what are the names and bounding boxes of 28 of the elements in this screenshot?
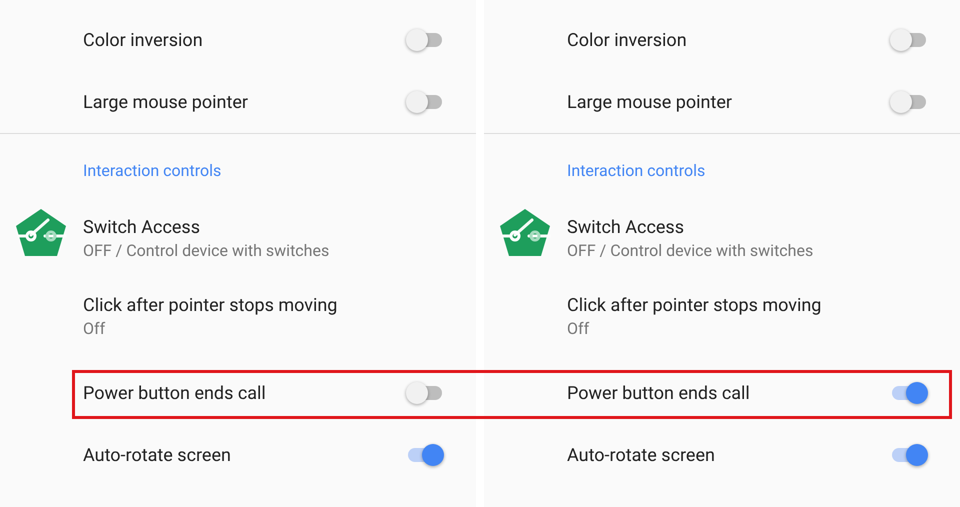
toggle-switch[interactable] bbox=[406, 382, 444, 404]
section-header: Interaction controls bbox=[567, 160, 706, 182]
setting-title: Power button ends call bbox=[83, 382, 266, 406]
toggle-switch[interactable] bbox=[406, 444, 444, 466]
switch-access-icon bbox=[15, 208, 67, 258]
toggle-switch[interactable] bbox=[890, 382, 928, 404]
toggle-switch[interactable] bbox=[890, 444, 928, 466]
setting-title: Color inversion bbox=[83, 28, 203, 52]
setting-title: Large mouse pointer bbox=[83, 90, 248, 114]
setting-title: Click after pointer stops moving bbox=[83, 294, 338, 318]
setting-title: Large mouse pointer bbox=[567, 90, 732, 114]
setting-title: Auto-rotate screen bbox=[83, 444, 231, 468]
setting-title: Click after pointer stops moving bbox=[567, 294, 822, 318]
setting-title: Switch Access bbox=[83, 216, 201, 240]
setting-title: Switch Access bbox=[567, 216, 685, 240]
section-header: Interaction controls bbox=[83, 160, 222, 182]
toggle-switch[interactable] bbox=[406, 29, 444, 51]
toggle-switch[interactable] bbox=[406, 91, 444, 113]
setting-title: Color inversion bbox=[567, 28, 687, 52]
switch-access-icon bbox=[499, 208, 551, 258]
toggle-switch[interactable] bbox=[890, 29, 928, 51]
setting-subtitle: OFF / Control device with switches bbox=[83, 240, 330, 262]
setting-subtitle: Off bbox=[83, 318, 106, 340]
toggle-switch[interactable] bbox=[890, 91, 928, 113]
setting-subtitle: OFF / Control device with switches bbox=[567, 240, 814, 262]
setting-subtitle: Off bbox=[567, 318, 590, 340]
setting-title: Auto-rotate screen bbox=[567, 444, 715, 468]
setting-title: Power button ends call bbox=[567, 382, 750, 406]
